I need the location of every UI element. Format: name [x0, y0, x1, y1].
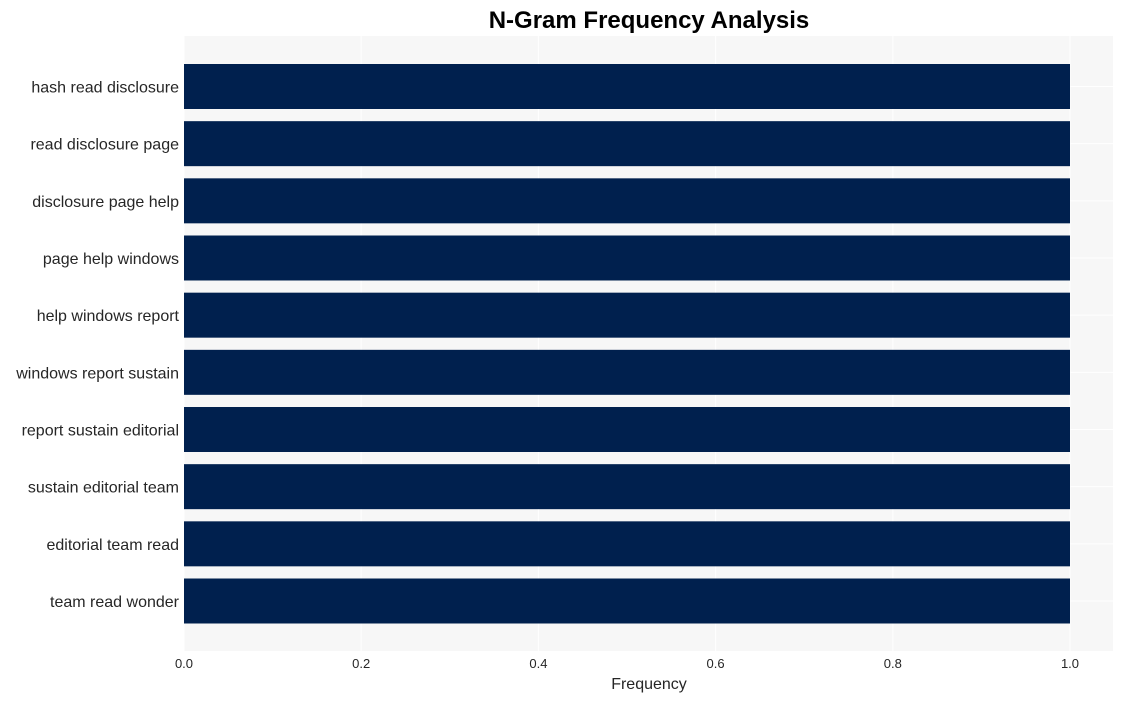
- bar: [184, 521, 1070, 567]
- chart: hash read disclosure read disclosure page…: [15, 7, 1113, 693]
- y-tick-label: hash read disclosure: [31, 80, 179, 97]
- bar: [184, 235, 1070, 281]
- y-tick-label: report sustain editorial: [22, 423, 179, 440]
- x-tick-label: 0.0: [175, 656, 193, 671]
- y-tick-label: disclosure page help: [32, 194, 179, 211]
- y-tick-labels: hash read disclosure read disclosure page…: [15, 80, 179, 612]
- bar: [184, 578, 1070, 624]
- y-tick-label: sustain editorial team: [28, 480, 179, 497]
- bar: [184, 64, 1070, 109]
- y-tick-label: editorial team read: [46, 537, 179, 554]
- y-tick-label: windows report sustain: [15, 365, 179, 382]
- y-tick-label: team read wonder: [50, 594, 180, 611]
- x-tick-label: 0.6: [707, 656, 725, 671]
- bar: [184, 178, 1070, 224]
- x-tick-labels: 0.0 0.2 0.4 0.6 0.8 1.0: [175, 656, 1079, 671]
- y-tick-label: read disclosure page: [30, 137, 179, 154]
- chart-title: N-Gram Frequency Analysis: [489, 7, 810, 34]
- y-tick-label: page help windows: [43, 251, 179, 268]
- bar: [184, 292, 1070, 338]
- bar: [184, 121, 1070, 167]
- bar: [184, 349, 1070, 395]
- x-tick-label: 0.4: [529, 656, 547, 671]
- x-tick-label: 0.2: [352, 656, 370, 671]
- x-axis-label: Frequency: [611, 676, 687, 693]
- x-tick-label: 1.0: [1061, 656, 1079, 671]
- y-tick-label: help windows report: [37, 308, 180, 325]
- bar: [184, 407, 1070, 452]
- bar: [184, 464, 1070, 510]
- x-tick-label: 0.8: [884, 656, 902, 671]
